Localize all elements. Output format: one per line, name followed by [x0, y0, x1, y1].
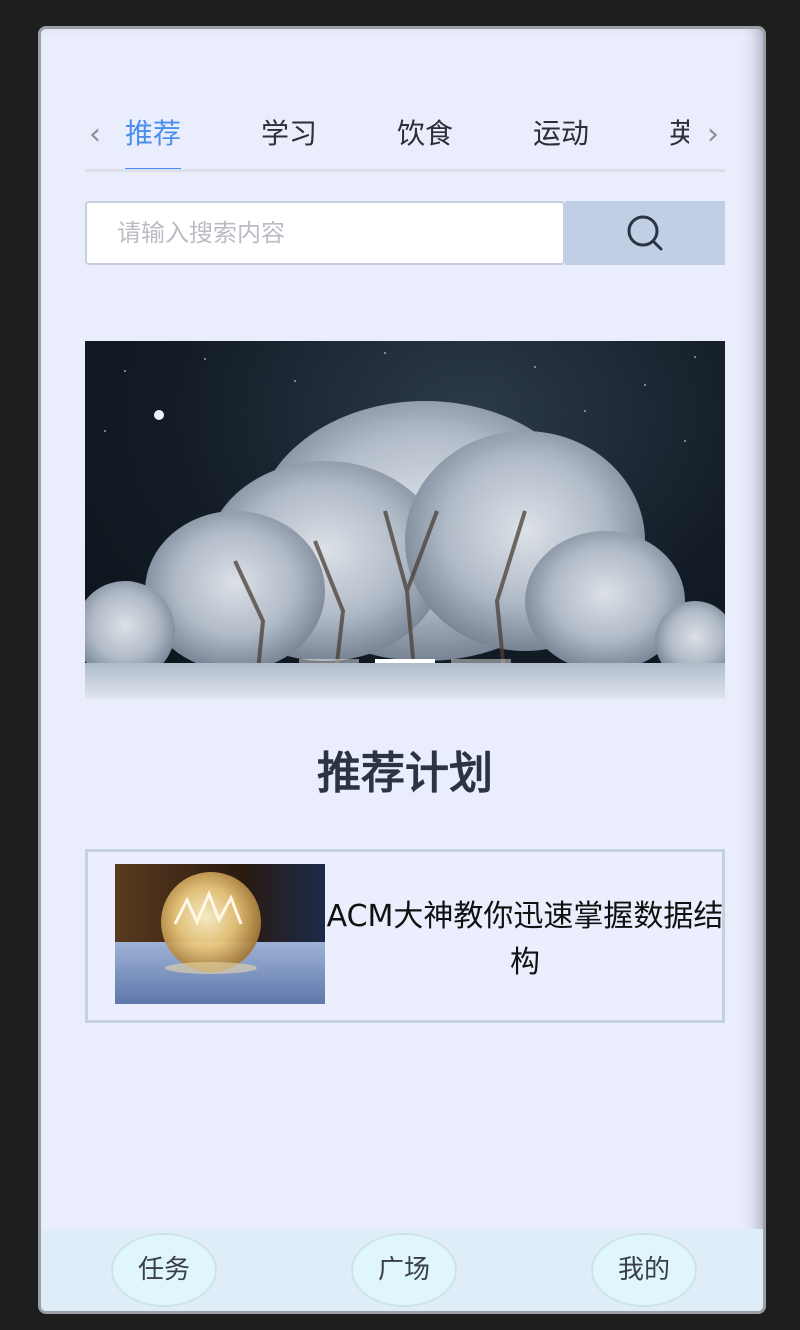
category-tabs: ‹ 推荐 学习 饮食 运动 英 ›: [85, 89, 725, 173]
plan-thumbnail: [115, 864, 325, 1004]
banner-carousel[interactable]: [85, 341, 725, 699]
tab-english[interactable]: 英: [669, 109, 689, 159]
plan-card[interactable]: ACM大神教你迅速掌握数据结构: [85, 849, 725, 1023]
nav-item-tasks[interactable]: 任务: [111, 1233, 217, 1307]
tabs-divider: [85, 169, 725, 172]
tab-strip: 推荐 学习 饮食 运动 英: [115, 89, 689, 173]
carousel-dot[interactable]: [299, 659, 359, 663]
carousel-indicators: [85, 659, 725, 665]
phone-screen: ‹ 推荐 学习 饮食 运动 英 ›: [38, 26, 766, 1314]
search-button[interactable]: [565, 201, 725, 265]
search-icon: [627, 215, 663, 251]
banner-image: [85, 352, 725, 699]
search-input[interactable]: [85, 201, 565, 265]
nav-item-square[interactable]: 广场: [351, 1233, 457, 1307]
nav-item-mine[interactable]: 我的: [591, 1233, 697, 1307]
search-bar: [85, 201, 725, 265]
plan-title: ACM大神教你迅速掌握数据结构: [326, 899, 724, 980]
tab-diet[interactable]: 饮食: [397, 109, 453, 159]
chevron-left-icon[interactable]: ‹: [83, 115, 107, 155]
chevron-right-icon[interactable]: ›: [701, 115, 725, 155]
bottom-navigation: 任务 广场 我的: [41, 1229, 763, 1311]
carousel-dot-active[interactable]: [375, 659, 435, 663]
tab-sport[interactable]: 运动: [533, 109, 589, 159]
section-title: 推荐计划: [317, 748, 493, 799]
carousel-dot[interactable]: [451, 659, 511, 663]
tab-study[interactable]: 学习: [261, 109, 317, 159]
tab-recommend[interactable]: 推荐: [125, 109, 181, 159]
